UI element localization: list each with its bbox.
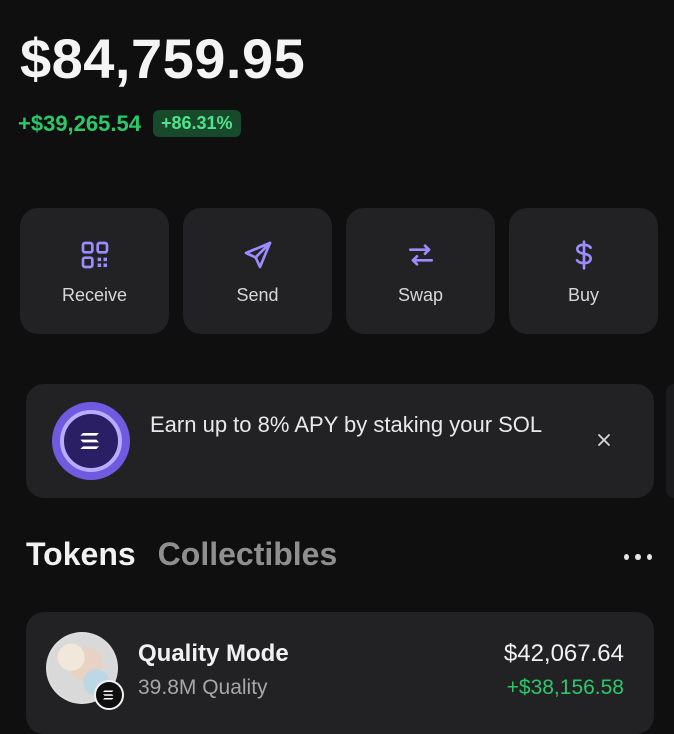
portfolio-balance: $84,759.95 bbox=[20, 27, 306, 90]
solana-icon bbox=[52, 402, 130, 480]
more-dot bbox=[635, 554, 641, 560]
next-banner-peek bbox=[666, 384, 674, 498]
token-row[interactable]: Quality Mode 39.8M Quality $42,067.64 +$… bbox=[26, 612, 654, 734]
token-quantity: 39.8M Quality bbox=[138, 676, 268, 699]
portfolio-change-row: +$39,265.54 +86.31% bbox=[18, 110, 241, 137]
swap-label: Swap bbox=[397, 284, 444, 305]
send-label: Send bbox=[236, 284, 279, 305]
more-dot bbox=[624, 554, 630, 560]
receive-button[interactable]: Receive bbox=[20, 208, 169, 334]
token-avatar-wrapper bbox=[46, 632, 124, 710]
solana-chain-icon bbox=[94, 680, 124, 710]
send-icon bbox=[240, 237, 276, 273]
quick-actions: Receive Send Swap Buy bbox=[20, 208, 658, 334]
staking-banner[interactable]: Earn up to 8% APY by staking your SOL bbox=[26, 384, 654, 498]
solana-icon-inner bbox=[60, 410, 122, 472]
more-icon[interactable] bbox=[624, 552, 652, 562]
token-name: Quality Mode bbox=[138, 640, 289, 667]
tab-tokens[interactable]: Tokens bbox=[26, 536, 136, 573]
swap-icon bbox=[403, 237, 439, 273]
swap-button[interactable]: Swap bbox=[346, 208, 495, 334]
buy-label: Buy bbox=[567, 284, 600, 305]
send-button[interactable]: Send bbox=[183, 208, 332, 334]
portfolio-change-percent: +86.31% bbox=[152, 110, 241, 137]
more-dot bbox=[646, 554, 652, 560]
staking-banner-text: Earn up to 8% APY by staking your SOL bbox=[150, 412, 543, 437]
token-tabs: Tokens Collectibles bbox=[26, 536, 337, 573]
close-icon[interactable] bbox=[592, 428, 616, 452]
buy-button[interactable]: Buy bbox=[509, 208, 658, 334]
receive-label: Receive bbox=[61, 284, 128, 305]
token-change: +$38,156.58 bbox=[506, 676, 624, 699]
qr-code-icon bbox=[77, 237, 113, 273]
portfolio-change-amount: +$39,265.54 bbox=[18, 110, 141, 136]
tab-collectibles[interactable]: Collectibles bbox=[158, 536, 338, 573]
dollar-icon bbox=[566, 237, 602, 273]
token-value: $42,067.64 bbox=[503, 640, 624, 667]
